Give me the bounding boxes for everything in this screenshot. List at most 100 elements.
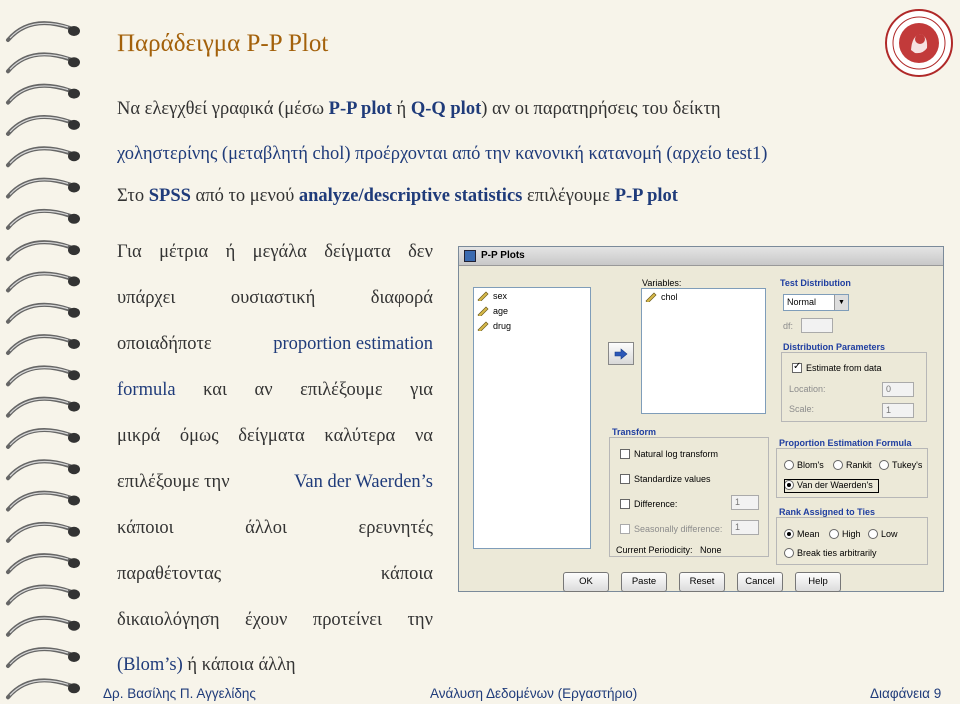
formula-text: formula bbox=[117, 380, 176, 400]
transform-header: Transform bbox=[612, 427, 657, 437]
word: μέτρια bbox=[159, 242, 209, 262]
ok-button[interactable]: OK bbox=[563, 572, 609, 592]
distribution-select[interactable]: Normal ▼ bbox=[783, 294, 849, 311]
word: αν bbox=[254, 380, 273, 400]
seasonal-input[interactable]: 1 bbox=[731, 520, 759, 535]
location-label: Location: bbox=[789, 384, 826, 394]
list-item[interactable]: chol bbox=[642, 289, 765, 304]
mean-label: Mean bbox=[797, 529, 820, 539]
list-item[interactable]: drug bbox=[474, 318, 590, 333]
word: άλλοι bbox=[245, 518, 288, 538]
periodicity-label: Current Periodicity: bbox=[616, 545, 693, 555]
spiral-hole bbox=[68, 464, 80, 475]
variables-label: Variables: bbox=[642, 278, 682, 288]
estimate-from-data-checkbox[interactable] bbox=[792, 361, 802, 373]
distribution-parameters-header: Distribution Parameters bbox=[783, 342, 886, 352]
pp-plots-dialog: P-P Plots sex age drug Variables: chol T… bbox=[458, 246, 944, 592]
word: μεγάλα bbox=[252, 242, 307, 262]
selected-variable-list[interactable]: chol bbox=[641, 288, 766, 414]
natural-log-checkbox[interactable] bbox=[620, 449, 630, 459]
rankit-radio[interactable] bbox=[833, 460, 843, 470]
variable-name: sex bbox=[493, 290, 508, 301]
proportion-formula-header: Proportion Estimation Formula bbox=[779, 438, 912, 448]
left-text-line-2: υπάρχει ουσιαστική διαφορά bbox=[117, 288, 433, 309]
high-radio[interactable] bbox=[829, 529, 839, 539]
word: δεν bbox=[408, 242, 433, 262]
intro-text: ή bbox=[391, 99, 411, 119]
standardize-checkbox[interactable] bbox=[620, 474, 630, 484]
break-ties-radio[interactable] bbox=[784, 548, 794, 558]
paste-button[interactable]: Paste bbox=[621, 572, 667, 592]
dialog-titlebar: P-P Plots bbox=[459, 247, 943, 266]
bloms-radio[interactable] bbox=[784, 460, 794, 470]
seasonal-label: Seasonally difference: bbox=[634, 524, 723, 534]
spiral-hole bbox=[68, 119, 80, 130]
left-text-line-6: επιλέξουμε την Van der Waerden’s bbox=[117, 472, 433, 493]
spiral-hole bbox=[68, 276, 80, 287]
word: υπάρχει bbox=[117, 288, 176, 308]
location-input[interactable]: 0 bbox=[882, 382, 914, 397]
source-variable-list[interactable]: sex age drug bbox=[473, 287, 591, 549]
reset-button[interactable]: Reset bbox=[679, 572, 725, 592]
footer-course: Ανάλυση Δεδομένων (Εργαστήριο) bbox=[430, 686, 638, 701]
seasonal-checkbox[interactable] bbox=[620, 524, 630, 534]
bloms-text: (Blom’s) bbox=[117, 655, 183, 675]
arrow-right-icon bbox=[614, 347, 628, 360]
spiral-hole bbox=[68, 589, 80, 600]
list-item[interactable]: age bbox=[474, 303, 590, 318]
spiral-hole bbox=[68, 558, 80, 569]
natural-log-label: Natural log transform bbox=[634, 449, 719, 459]
spiral-hole bbox=[68, 652, 80, 662]
word: μικρά bbox=[117, 426, 161, 446]
spss-text: SPSS bbox=[148, 186, 191, 206]
spiral-hole bbox=[68, 307, 80, 318]
difference-input[interactable]: 1 bbox=[731, 495, 759, 510]
intro-line-3: Στο SPSS από το μενού analyze/descriptiv… bbox=[117, 186, 678, 207]
pencil-ruler-icon bbox=[477, 306, 489, 316]
word: ή bbox=[225, 242, 236, 262]
menu-path-text: analyze/descriptive statistics bbox=[298, 186, 523, 206]
df-input[interactable] bbox=[801, 318, 833, 333]
left-text-line-10: (Blom’s) ή κάποια άλλη bbox=[117, 655, 296, 676]
word: επιλέξουμε την bbox=[117, 472, 230, 492]
chevron-down-icon: ▼ bbox=[834, 295, 848, 310]
spiral-hole bbox=[68, 370, 80, 381]
spiral-hole bbox=[68, 683, 80, 694]
intro-text: Να ελεγχθεί γραφικά (μέσω bbox=[117, 99, 329, 119]
left-text-line-1: Για μέτρια ή μεγάλα δείγματα δεν bbox=[117, 242, 433, 263]
spiral-hole bbox=[68, 213, 80, 224]
intro-text: ) αν οι παρατηρήσεις του δείκτη bbox=[481, 99, 721, 119]
left-text-line-7: κάποιοι άλλοι ερευνητές bbox=[117, 518, 433, 539]
scale-input[interactable]: 1 bbox=[882, 403, 914, 418]
left-text-line-3: οποιαδήποτε proportion estimation bbox=[117, 334, 433, 355]
spiral-binding bbox=[6, 21, 80, 700]
rankit-label: Rankit bbox=[846, 460, 872, 470]
tukeys-label: Tukey's bbox=[892, 460, 923, 470]
app-icon bbox=[464, 250, 476, 262]
van-der-waerden-text: Van der Waerden’s bbox=[294, 472, 433, 492]
periodicity-value: None bbox=[700, 545, 722, 555]
spiral-hole bbox=[68, 620, 80, 631]
list-item[interactable]: sex bbox=[474, 288, 590, 303]
spiral-hole bbox=[68, 26, 80, 36]
pencil-ruler-icon bbox=[477, 291, 489, 301]
intro-line-2: χοληστερίνης (μεταβλητή chol) προέρχοντα… bbox=[117, 144, 768, 164]
left-text-line-9: δικαιολόγηση έχουν προτείνει την bbox=[117, 610, 433, 631]
mean-radio[interactable] bbox=[784, 529, 794, 539]
difference-checkbox[interactable] bbox=[620, 499, 630, 509]
spiral-hole bbox=[68, 182, 80, 193]
cancel-button[interactable]: Cancel bbox=[737, 572, 783, 592]
low-radio[interactable] bbox=[868, 529, 878, 539]
pp-plot-text: P-P plot bbox=[614, 186, 678, 206]
word: διαφορά bbox=[370, 288, 433, 308]
intro-line-1: Να ελεγχθεί γραφικά (μέσω P-P plot ή Q-Q… bbox=[117, 99, 721, 120]
break-ties-label: Break ties arbitrarily bbox=[797, 548, 877, 558]
spiral-hole bbox=[68, 432, 80, 443]
move-variable-button[interactable] bbox=[608, 342, 634, 365]
word: δικαιολόγηση bbox=[117, 610, 220, 630]
variable-name: drug bbox=[493, 320, 512, 331]
left-text-line-4: formula και αν επιλέξουμε για bbox=[117, 380, 433, 401]
word: προτείνει bbox=[312, 610, 382, 630]
tukeys-radio[interactable] bbox=[879, 460, 889, 470]
help-button[interactable]: Help bbox=[795, 572, 841, 592]
